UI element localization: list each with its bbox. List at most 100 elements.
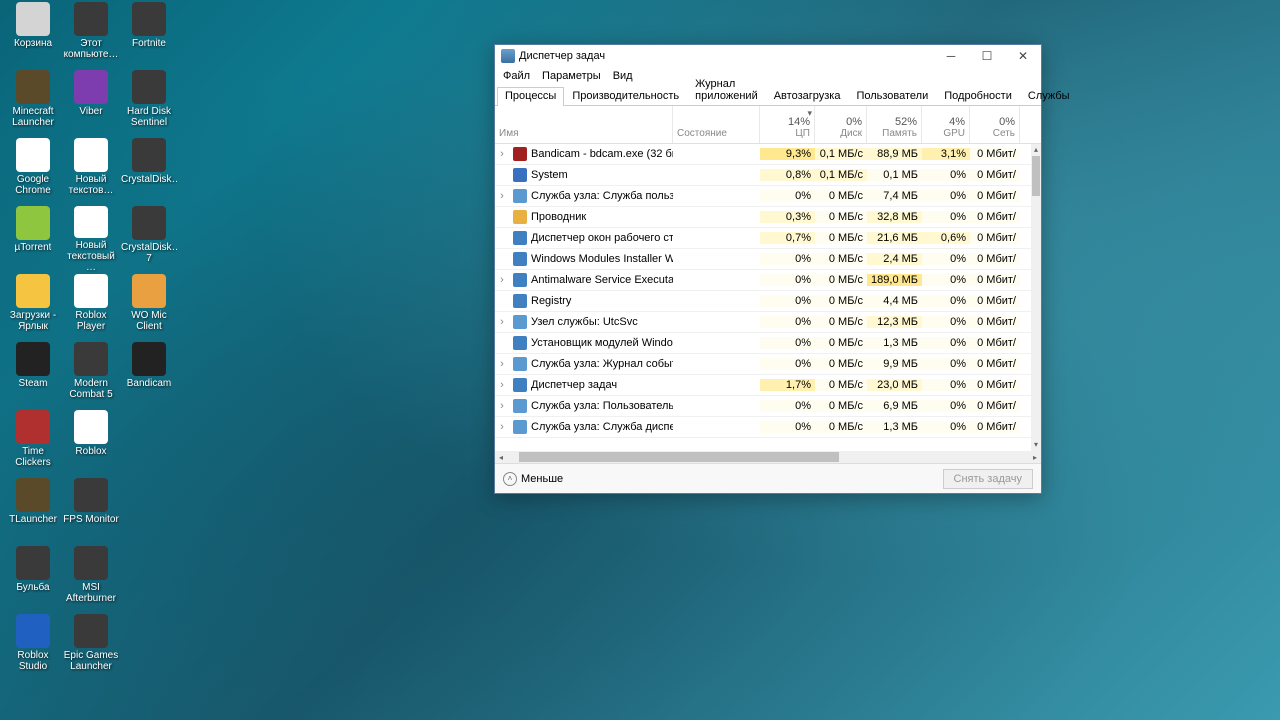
- col-name[interactable]: Имя: [495, 106, 673, 143]
- desktop-icon[interactable]: Hard Disk Sentinel: [120, 68, 178, 136]
- desktop-icon[interactable]: MSI Afterburner: [62, 544, 120, 612]
- desktop-icon[interactable]: WO Mic Client: [120, 272, 178, 340]
- tab-Журнал приложений[interactable]: Журнал приложений: [687, 75, 766, 105]
- icon-label: MSI Afterburner: [63, 582, 119, 604]
- expand-icon[interactable]: ›: [495, 358, 509, 370]
- network-cell: 0 Мбит/: [970, 190, 1020, 202]
- memory-cell: 2,4 МБ: [867, 253, 922, 265]
- process-name: Диспетчер окон рабочего стола: [509, 231, 673, 245]
- process-row[interactable]: ›Служба узла: Служба диспетч…0%0 МБ/с1,3…: [495, 417, 1031, 438]
- expand-icon[interactable]: ›: [495, 379, 509, 391]
- process-row[interactable]: Диспетчер окон рабочего стола0,7%0 МБ/с2…: [495, 228, 1031, 249]
- desktop-icon[interactable]: Time Clickers: [4, 408, 62, 476]
- minimize-button[interactable]: ─: [933, 45, 969, 67]
- desktop-icon[interactable]: CrystalDisk…: [120, 136, 178, 204]
- process-icon: [513, 252, 527, 266]
- desktop-icon[interactable]: Steam: [4, 340, 62, 408]
- tab-Подробности[interactable]: Подробности: [936, 87, 1020, 105]
- process-row[interactable]: Registry0%0 МБ/с4,4 МБ0%0 Мбит/: [495, 291, 1031, 312]
- scroll-right-icon[interactable]: ▸: [1029, 453, 1041, 462]
- desktop-icon[interactable]: Этот компьюте…: [62, 0, 120, 68]
- desktop-icon[interactable]: Загрузки - Ярлык: [4, 272, 62, 340]
- fewer-details-button[interactable]: ˄ Меньше: [503, 472, 563, 486]
- desktop-icon[interactable]: Bandicam: [120, 340, 178, 408]
- expand-icon[interactable]: ›: [495, 421, 509, 433]
- desktop-icon[interactable]: Корзина: [4, 0, 62, 68]
- app-icon: [501, 49, 515, 63]
- tab-Производительность[interactable]: Производительность: [564, 87, 687, 105]
- desktop-icon[interactable]: Viber: [62, 68, 120, 136]
- network-cell: 0 Мбит/: [970, 274, 1020, 286]
- desktop-icon[interactable]: Roblox Studio: [4, 612, 62, 680]
- desktop-icon[interactable]: Roblox: [62, 408, 120, 476]
- menu-item[interactable]: Параметры: [542, 70, 601, 82]
- icon-label: Hard Disk Sentinel: [121, 106, 177, 128]
- menu-item[interactable]: Файл: [503, 70, 530, 82]
- scroll-left-icon[interactable]: ◂: [495, 453, 507, 462]
- desktop-icon[interactable]: FPS Monitor: [62, 476, 120, 544]
- col-memory[interactable]: 52%Память: [867, 106, 922, 143]
- maximize-button[interactable]: ☐: [969, 45, 1005, 67]
- col-disk[interactable]: 0%Диск: [815, 106, 867, 143]
- process-row[interactable]: ›Bandicam - bdcam.exe (32 бита…9,3%0,1 М…: [495, 144, 1031, 165]
- scroll-thumb-h[interactable]: [519, 452, 839, 462]
- desktop-icon[interactable]: Новый текстов…: [62, 136, 120, 204]
- process-name: Служба узла: Служба диспетч…: [509, 420, 673, 434]
- desktop-icon[interactable]: Modern Combat 5: [62, 340, 120, 408]
- process-row[interactable]: ›Диспетчер задач1,7%0 МБ/с23,0 МБ0%0 Мби…: [495, 375, 1031, 396]
- col-status[interactable]: Состояние: [673, 106, 760, 143]
- tab-Процессы[interactable]: Процессы: [497, 87, 564, 106]
- tab-Службы[interactable]: Службы: [1020, 87, 1078, 105]
- app-icon: [16, 138, 50, 172]
- process-row[interactable]: Проводник0,3%0 МБ/с32,8 МБ0%0 Мбит/: [495, 207, 1031, 228]
- process-row[interactable]: ›Служба узла: Пользовательск…0%0 МБ/с6,9…: [495, 396, 1031, 417]
- process-row[interactable]: Windows Modules Installer Wor…0%0 МБ/с2,…: [495, 249, 1031, 270]
- close-button[interactable]: ✕: [1005, 45, 1041, 67]
- scroll-up-icon[interactable]: ▴: [1031, 144, 1041, 156]
- gpu-cell: 0%: [922, 253, 970, 265]
- expand-icon[interactable]: ›: [495, 148, 509, 160]
- icon-label: FPS Monitor: [63, 514, 119, 525]
- desktop-icon[interactable]: Google Chrome: [4, 136, 62, 204]
- vertical-scrollbar[interactable]: ▴ ▾: [1031, 144, 1041, 451]
- gpu-cell: 0%: [922, 421, 970, 433]
- horizontal-scrollbar[interactable]: ◂ ▸: [495, 451, 1041, 463]
- expand-icon[interactable]: ›: [495, 274, 509, 286]
- scroll-down-icon[interactable]: ▾: [1031, 439, 1041, 451]
- col-gpu[interactable]: 4%GPU: [922, 106, 970, 143]
- desktop-icon[interactable]: Minecraft Launcher: [4, 68, 62, 136]
- disk-cell: 0 МБ/с: [815, 316, 867, 328]
- process-row[interactable]: ›Служба узла: Служба пользов…0%0 МБ/с7,4…: [495, 186, 1031, 207]
- chevron-up-icon: ˄: [503, 472, 517, 486]
- network-cell: 0 Мбит/: [970, 253, 1020, 265]
- titlebar[interactable]: Диспетчер задач ─ ☐ ✕: [495, 45, 1041, 67]
- menu-item[interactable]: Вид: [613, 70, 633, 82]
- process-row[interactable]: ›Служба узла: Журнал событи…0%0 МБ/с9,9 …: [495, 354, 1031, 375]
- tab-Автозагрузка[interactable]: Автозагрузка: [766, 87, 849, 105]
- col-cpu[interactable]: ▾ 14%ЦП: [760, 106, 815, 143]
- process-row[interactable]: System0,8%0,1 МБ/с0,1 МБ0%0 Мбит/: [495, 165, 1031, 186]
- scroll-thumb[interactable]: [1032, 156, 1040, 196]
- process-row[interactable]: ›Antimalware Service Executable0%0 МБ/с1…: [495, 270, 1031, 291]
- disk-cell: 0 МБ/с: [815, 295, 867, 307]
- col-network[interactable]: 0%Сеть: [970, 106, 1020, 143]
- expand-icon[interactable]: ›: [495, 190, 509, 202]
- tab-Пользователи[interactable]: Пользователи: [848, 87, 936, 105]
- expand-icon[interactable]: ›: [495, 400, 509, 412]
- desktop-icon[interactable]: µTorrent: [4, 204, 62, 272]
- end-task-button[interactable]: Снять задачу: [943, 469, 1034, 489]
- desktop-icon[interactable]: CrystalDisk… 7: [120, 204, 178, 272]
- cpu-cell: 0%: [760, 337, 815, 349]
- desktop-icon[interactable]: TLauncher: [4, 476, 62, 544]
- disk-cell: 0,1 МБ/с: [815, 148, 867, 160]
- cpu-cell: 0%: [760, 421, 815, 433]
- icon-label: Bandicam: [127, 378, 171, 389]
- process-row[interactable]: ›Узел службы: UtcSvc0%0 МБ/с12,3 МБ0%0 М…: [495, 312, 1031, 333]
- desktop-icon[interactable]: Новый текстовый …: [62, 204, 120, 272]
- desktop-icon[interactable]: Roblox Player: [62, 272, 120, 340]
- process-row[interactable]: Установщик модулей Windows0%0 МБ/с1,3 МБ…: [495, 333, 1031, 354]
- expand-icon[interactable]: ›: [495, 316, 509, 328]
- desktop-icon[interactable]: Epic Games Launcher: [62, 612, 120, 680]
- desktop-icon[interactable]: Бульба: [4, 544, 62, 612]
- desktop-icon[interactable]: Fortnite: [120, 0, 178, 68]
